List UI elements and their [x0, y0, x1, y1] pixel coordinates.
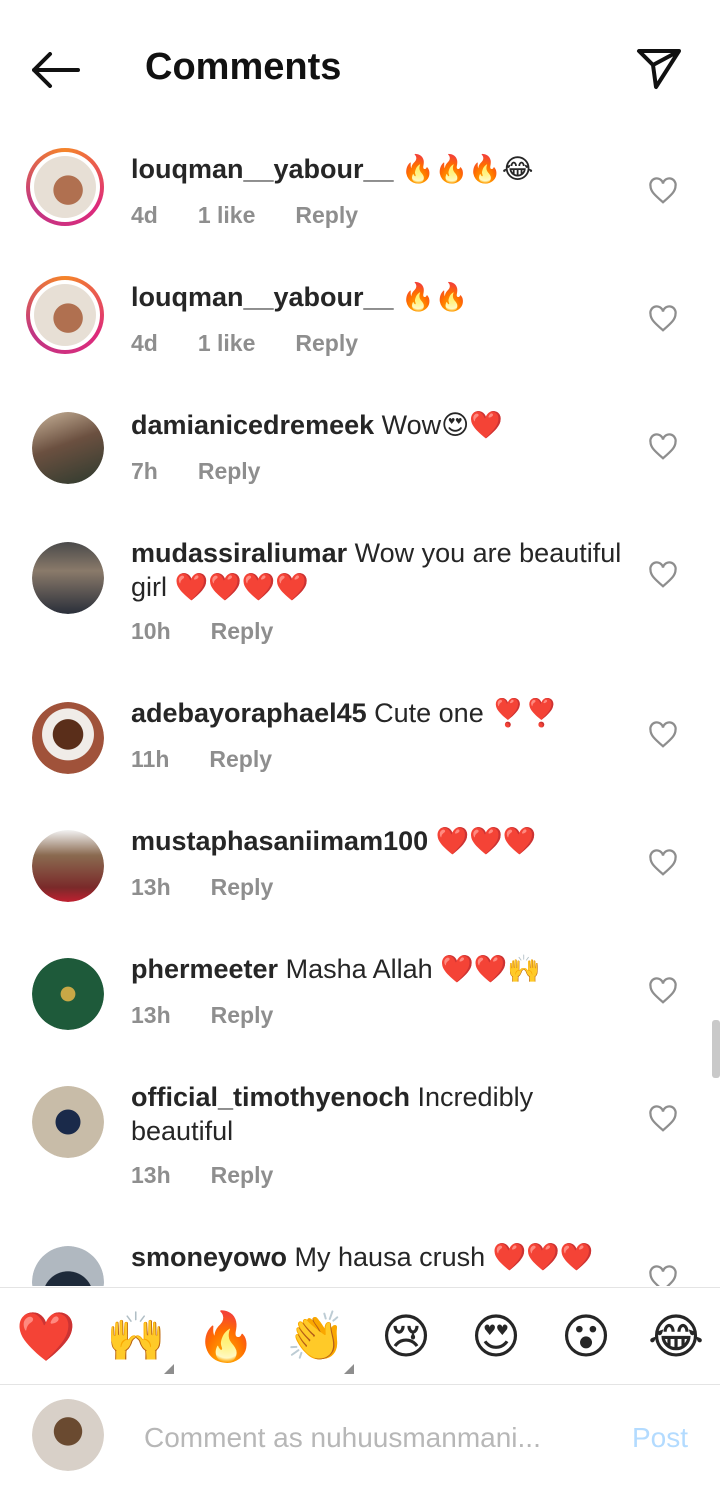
comment-username[interactable]: adebayoraphael45 [131, 698, 367, 728]
reply-button[interactable]: Reply [211, 1162, 274, 1189]
comment-meta: 11h Reply [131, 746, 272, 773]
avatar[interactable] [32, 1086, 104, 1158]
comment-body: Cute one ❣️❣️ [366, 698, 559, 728]
avatar[interactable] [32, 830, 104, 902]
reaction-crying[interactable]: 😢 [376, 1308, 436, 1368]
raised-hands-icon: 🙌 [106, 1311, 166, 1364]
arrow-left-icon [32, 52, 80, 88]
comment-username[interactable]: damianicedremeek [131, 410, 374, 440]
comment-meta: 4d 1 like Reply [131, 202, 358, 229]
comment-meta: 4d 1 like Reply [131, 330, 358, 357]
reply-button[interactable]: Reply [211, 618, 274, 645]
quick-reactions-bar: ❤️ 🙌 🔥 👏 😢 😍 😮 😂 [0, 1287, 720, 1385]
scrollbar[interactable] [712, 1020, 720, 1078]
comment-text: official_timothyenoch Incredibly beautif… [131, 1080, 631, 1148]
comment-meta: 7h Reply [131, 458, 260, 485]
comment-time: 13h [131, 874, 171, 900]
avatar[interactable] [26, 148, 104, 226]
comment-username[interactable]: phermeeter [131, 954, 278, 984]
comment-likes[interactable]: 1 like [198, 202, 256, 229]
comment-text: louqman__yabour__ 🔥🔥 [131, 280, 631, 314]
comment-time: 4d [131, 202, 158, 228]
comment-time: 4d [131, 330, 158, 356]
reaction-heart-eyes[interactable]: 😍 [466, 1308, 526, 1368]
comment-meta: 13h Reply [131, 1002, 273, 1029]
heart-icon[interactable] [648, 1264, 678, 1286]
comment-text: louqman__yabour__ 🔥🔥🔥😂 [131, 152, 631, 186]
current-user-avatar [32, 1399, 104, 1471]
comment-text: adebayoraphael45 Cute one ❣️❣️ [131, 696, 631, 730]
reply-button[interactable]: Reply [295, 330, 358, 357]
heart-icon[interactable] [648, 976, 678, 1006]
comment-body: 🔥🔥 [393, 282, 469, 312]
comment-text: damianicedremeek Wow😍❤️ [131, 408, 631, 442]
reply-button[interactable]: Reply [211, 874, 274, 901]
reply-button[interactable]: Reply [295, 202, 358, 229]
reaction-raised-hands[interactable]: 🙌 [106, 1308, 174, 1374]
clap-icon: 👏 [286, 1311, 346, 1364]
reaction-surprised[interactable]: 😮 [556, 1308, 616, 1368]
comment-time: 10h [131, 618, 171, 644]
heart-icon[interactable] [648, 848, 678, 878]
heart-icon[interactable] [648, 432, 678, 462]
avatar[interactable] [32, 412, 104, 484]
heart-icon[interactable] [648, 560, 678, 590]
top-bar: Comments [0, 0, 720, 136]
comment-likes[interactable]: 1 like [198, 330, 256, 357]
comment-text: phermeeter Masha Allah ❤️❤️🙌 [131, 952, 631, 986]
comment-text: mudassiraliumar Wow you are beautiful gi… [131, 536, 631, 604]
paper-plane-icon [637, 49, 681, 89]
comment-time: 7h [131, 458, 158, 484]
page-title: Comments [145, 46, 342, 88]
share-button[interactable] [632, 42, 686, 96]
reaction-fire[interactable]: 🔥 [196, 1308, 256, 1368]
heart-icon[interactable] [648, 720, 678, 750]
heart-icon[interactable] [648, 1104, 678, 1134]
avatar[interactable] [32, 1246, 104, 1286]
comment-text: mustaphasaniimam100 ❤️❤️❤️ [131, 824, 631, 858]
reply-button[interactable]: Reply [211, 1002, 274, 1029]
avatar[interactable] [32, 958, 104, 1030]
back-button[interactable] [24, 40, 88, 100]
skin-tone-indicator [164, 1364, 174, 1374]
comment-body: Wow😍❤️ [374, 410, 503, 440]
comment-username[interactable]: official_timothyenoch [131, 1082, 410, 1112]
comment-username[interactable]: louqman__yabour__ [131, 154, 394, 184]
comment-body: Masha Allah ❤️❤️🙌 [278, 954, 542, 984]
heart-icon[interactable] [648, 176, 678, 206]
avatar[interactable] [32, 702, 104, 774]
comment-input[interactable] [144, 1418, 564, 1458]
comment-body: 🔥🔥🔥😂 [393, 154, 534, 184]
reaction-clap[interactable]: 👏 [286, 1308, 354, 1374]
comment-body: ❤️❤️❤️ [428, 826, 537, 856]
post-button[interactable]: Post [632, 1422, 688, 1454]
comment-username[interactable]: mustaphasaniimam100 [131, 826, 428, 856]
comment-time: 13h [131, 1162, 171, 1188]
comment-meta: 13h Reply [131, 874, 273, 901]
reply-button[interactable]: Reply [198, 458, 261, 485]
reaction-laughing[interactable]: 😂 [646, 1308, 706, 1368]
comment-meta: 10h Reply [131, 618, 273, 645]
avatar[interactable] [26, 276, 104, 354]
comment-time: 13h [131, 1002, 171, 1028]
comment-username[interactable]: mudassiraliumar [131, 538, 347, 568]
comment-body: My hausa crush ❤️❤️❤️ [287, 1242, 594, 1272]
comment-text: smoneyowo My hausa crush ❤️❤️❤️ [131, 1240, 631, 1274]
comments-list[interactable]: louqman__yabour__ 🔥🔥🔥😂 4d 1 like Reply l… [0, 136, 720, 1286]
comment-username[interactable]: louqman__yabour__ [131, 282, 394, 312]
heart-icon[interactable] [648, 304, 678, 334]
avatar[interactable] [32, 542, 104, 614]
skin-tone-indicator [344, 1364, 354, 1374]
comment-composer: Post [0, 1386, 720, 1495]
comment-time: 11h [131, 746, 170, 772]
reaction-heart[interactable]: ❤️ [16, 1308, 76, 1368]
comment-meta: 13h Reply [131, 1162, 273, 1189]
reply-button[interactable]: Reply [209, 746, 272, 773]
comment-username[interactable]: smoneyowo [131, 1242, 287, 1272]
